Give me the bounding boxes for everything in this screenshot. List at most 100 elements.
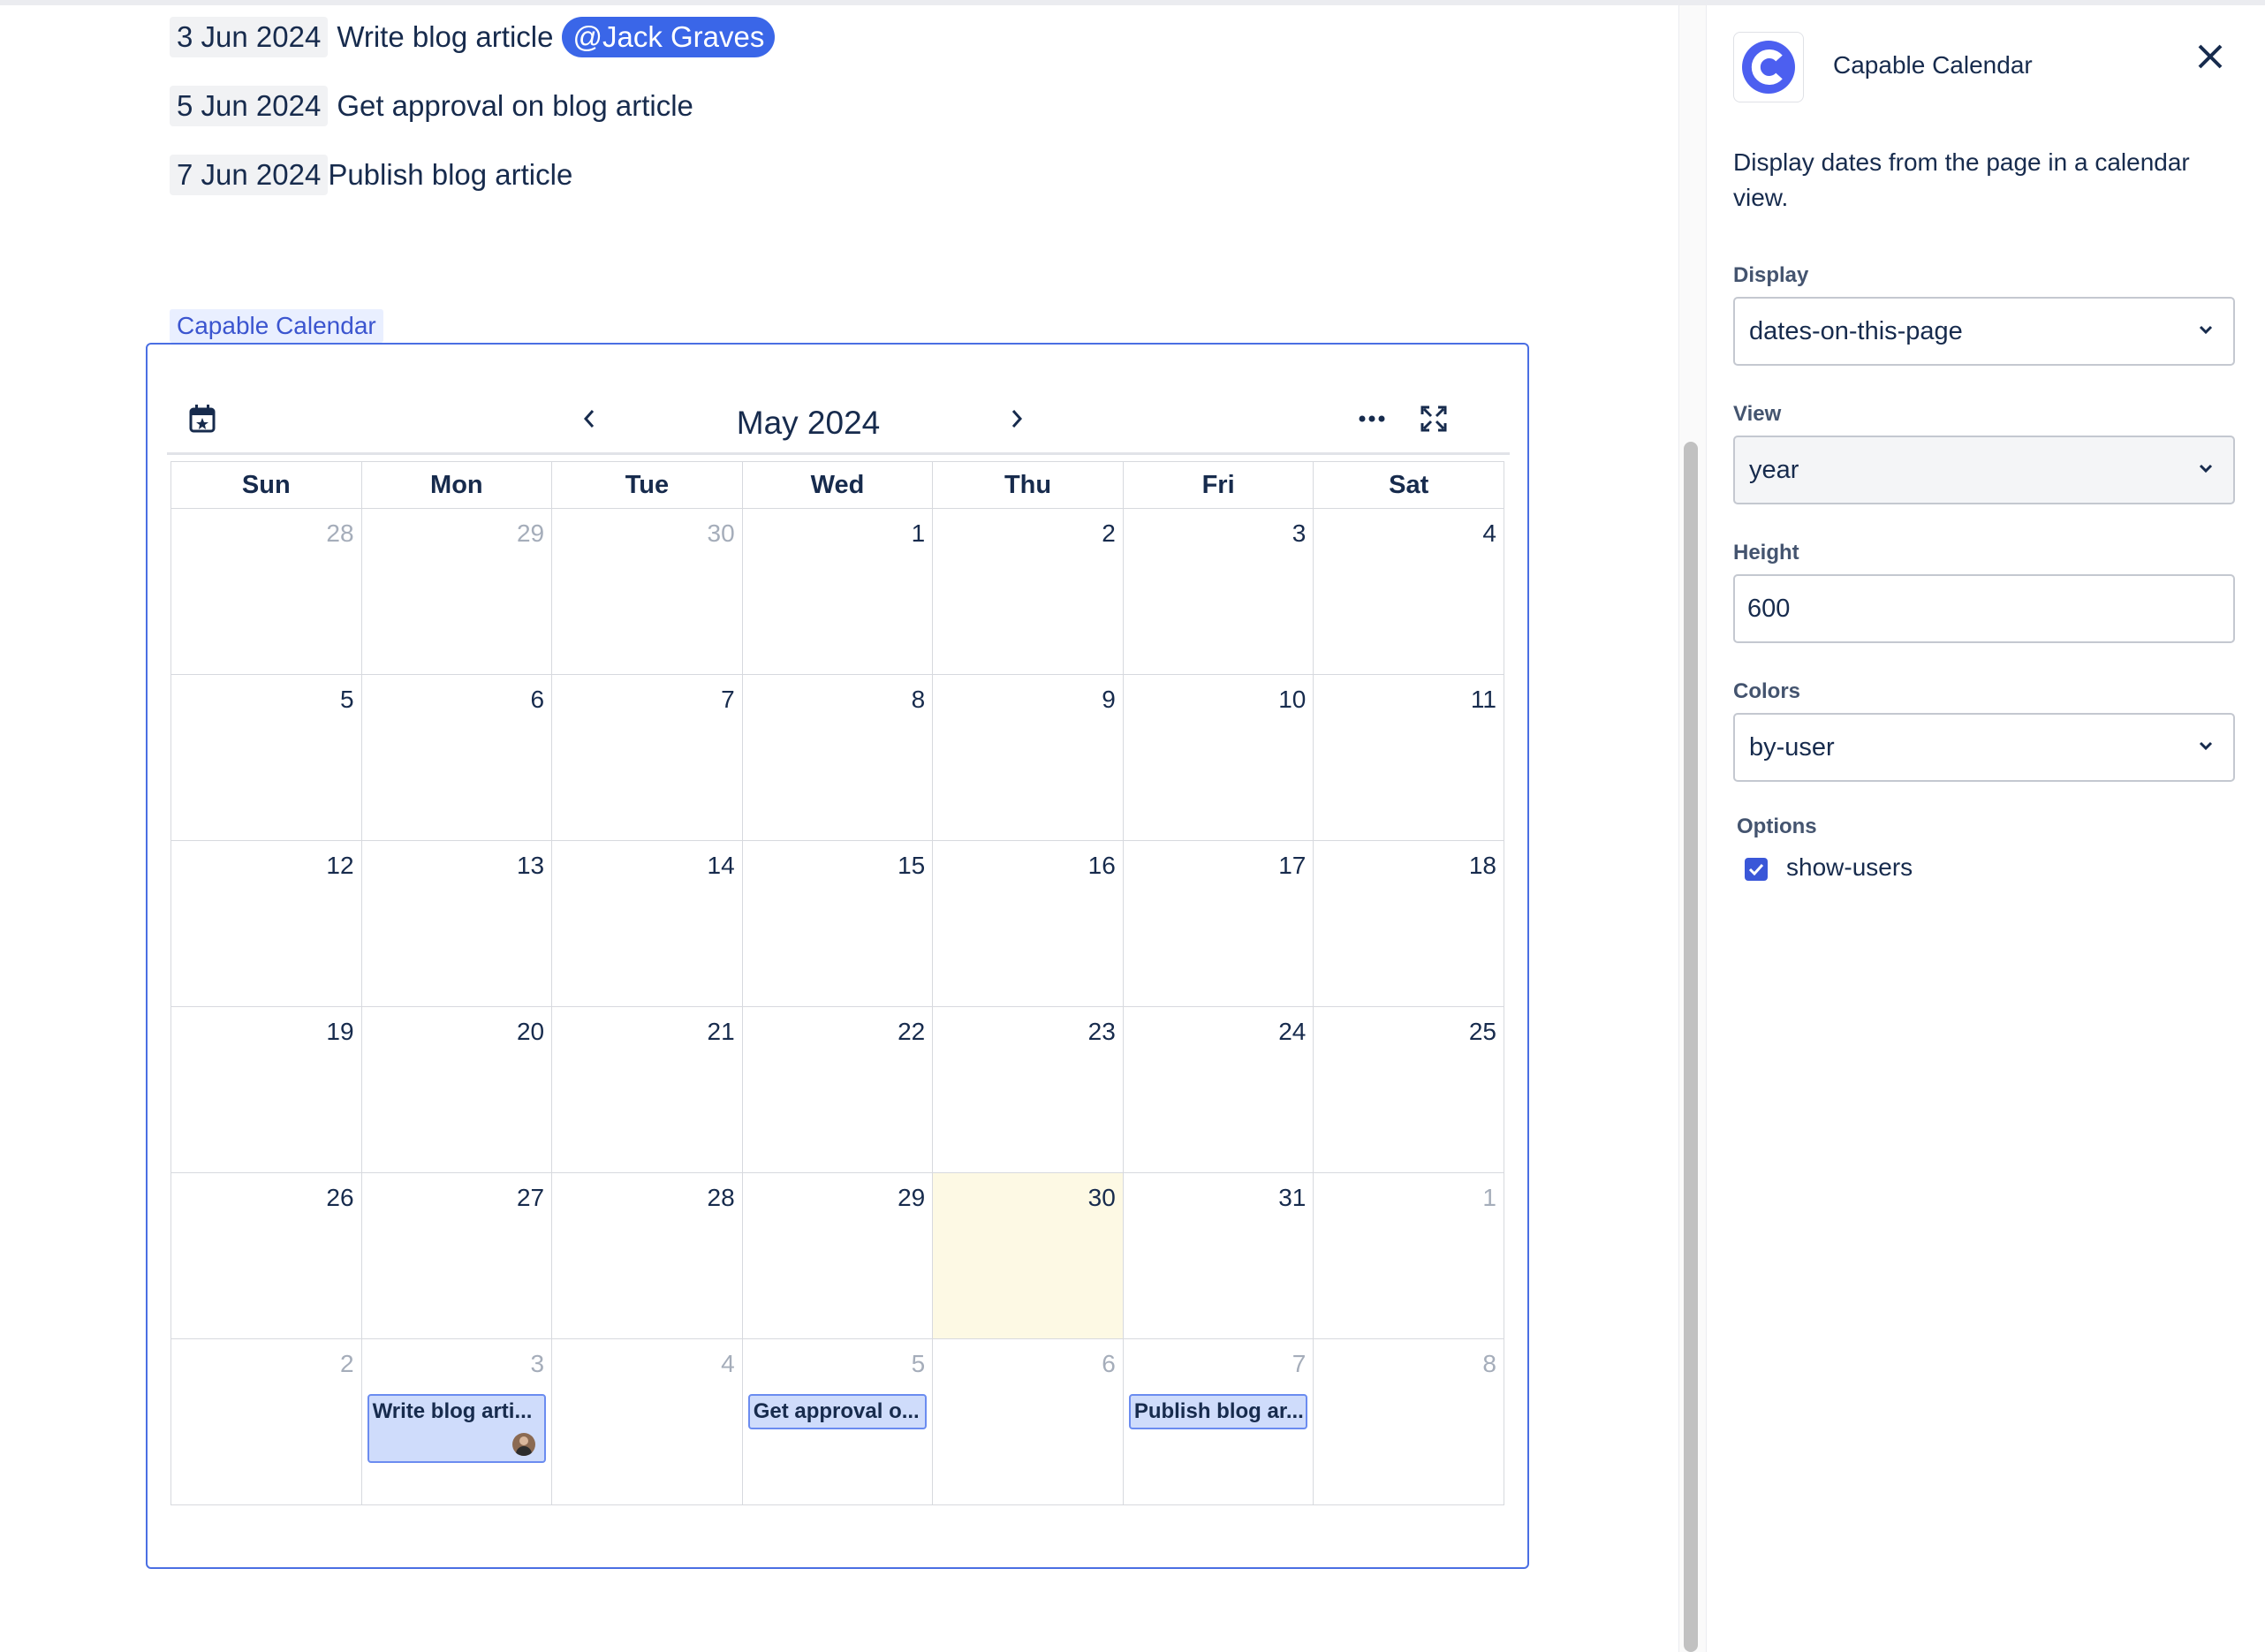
colors-select[interactable]: by-user: [1733, 713, 2235, 782]
calendar-event[interactable]: Get approval o...: [747, 1394, 928, 1429]
display-value: dates-on-this-page: [1749, 316, 1963, 345]
calendar-macro[interactable]: May 2024 Sun Mon Tue Wed Thu Fri Sat 28 29 30 1 2 3…: [146, 343, 1529, 1569]
more-icon[interactable]: [1354, 401, 1390, 436]
day-number: 7: [721, 686, 735, 713]
day-cell[interactable]: 7: [551, 674, 743, 841]
day-cell[interactable]: 16: [932, 840, 1124, 1007]
view-select[interactable]: year: [1733, 436, 2235, 504]
day-cell[interactable]: 6: [360, 674, 553, 841]
weekday-header: Sat: [1313, 461, 1504, 509]
day-cell[interactable]: 22: [741, 1006, 934, 1173]
day-cell[interactable]: 3 Write blog arti...: [360, 1338, 553, 1505]
week-row: 12 13 14 15 16 17 18: [170, 840, 1504, 1007]
day-cell[interactable]: 2: [170, 1338, 362, 1505]
day-cell[interactable]: 1: [741, 508, 934, 675]
week-row: 28 29 30 1 2 3 4: [170, 508, 1504, 675]
calendar-toolbar: May 2024: [167, 362, 1510, 459]
day-number: 24: [1278, 1018, 1307, 1045]
day-cell[interactable]: 7 Publish blog ar...: [1122, 1338, 1314, 1505]
chevron-right-icon[interactable]: [999, 401, 1034, 436]
task-item: 5 Jun 2024 Get approval on blog article: [170, 81, 693, 131]
date-lozenge[interactable]: 7 Jun 2024: [170, 155, 329, 195]
day-number: 30: [1087, 1184, 1116, 1211]
day-cell[interactable]: 8: [1313, 1338, 1504, 1505]
day-cell[interactable]: 4: [551, 1338, 743, 1505]
display-select[interactable]: dates-on-this-page: [1733, 297, 2235, 366]
day-number: 21: [707, 1018, 735, 1045]
day-cell[interactable]: 24: [1122, 1006, 1314, 1173]
day-cell[interactable]: 23: [932, 1006, 1124, 1173]
calendar-event[interactable]: Write blog arti...: [367, 1394, 547, 1463]
day-cell[interactable]: 17: [1122, 840, 1314, 1007]
show-users-label[interactable]: show-users: [1786, 853, 1913, 882]
day-number: 27: [516, 1184, 545, 1211]
day-cell[interactable]: 11: [1313, 674, 1504, 841]
day-number: 18: [1468, 852, 1496, 879]
date-lozenge[interactable]: 3 Jun 2024: [170, 17, 329, 57]
close-icon[interactable]: [2193, 39, 2228, 74]
day-cell[interactable]: 10: [1122, 674, 1314, 841]
panel-description: Display dates from the page in a calenda…: [1733, 148, 2190, 211]
month-title: May 2024: [736, 405, 881, 441]
toolbar-divider: [167, 452, 1510, 455]
day-number: 22: [898, 1018, 926, 1045]
day-cell[interactable]: 28: [170, 508, 362, 675]
day-cell[interactable]: 25: [1313, 1006, 1504, 1173]
day-cell[interactable]: 18: [1313, 840, 1504, 1007]
day-cell[interactable]: 5 Get approval o...: [741, 1338, 934, 1505]
day-cell[interactable]: 1: [1313, 1172, 1504, 1339]
panel-title: Capable Calendar: [1833, 51, 2033, 79]
day-number: 8: [911, 686, 926, 713]
day-cell[interactable]: 5: [170, 674, 362, 841]
task-item: 3 Jun 2024 Write blog article @Jack Grav…: [170, 12, 776, 62]
macro-label[interactable]: Capable Calendar: [170, 309, 383, 343]
day-number: 2: [339, 1350, 354, 1377]
fullscreen-icon[interactable]: [1416, 401, 1451, 436]
day-cell[interactable]: 9: [932, 674, 1124, 841]
day-number: 4: [721, 1350, 735, 1377]
day-cell[interactable]: 3: [1122, 508, 1314, 675]
day-cell[interactable]: 12: [170, 840, 362, 1007]
calendar-event[interactable]: Publish blog ar...: [1128, 1394, 1308, 1429]
day-cell[interactable]: 30: [551, 508, 743, 675]
day-number: 1: [911, 519, 926, 547]
day-number: 6: [1102, 1350, 1116, 1377]
day-cell[interactable]: 14: [551, 840, 743, 1007]
day-cell[interactable]: 31: [1122, 1172, 1314, 1339]
day-cell[interactable]: 13: [360, 840, 553, 1007]
day-cell[interactable]: 27: [360, 1172, 553, 1339]
task-text: Get approval on blog article: [337, 89, 693, 122]
day-cell-today[interactable]: 30: [932, 1172, 1124, 1339]
day-cell[interactable]: 19: [170, 1006, 362, 1173]
day-cell[interactable]: 21: [551, 1006, 743, 1173]
height-input[interactable]: [1733, 574, 2235, 643]
day-cell[interactable]: 8: [741, 674, 934, 841]
day-number: 29: [898, 1184, 926, 1211]
options-label: Options: [1737, 815, 1817, 838]
day-number: 6: [530, 686, 545, 713]
user-mention[interactable]: @Jack Graves: [562, 17, 776, 57]
date-lozenge[interactable]: 5 Jun 2024: [170, 86, 329, 126]
macro-config-panel: Capable Calendar Display dates from the …: [1707, 5, 2265, 1652]
chevron-down-icon: [2199, 741, 2213, 751]
day-number: 3: [530, 1350, 545, 1377]
day-number: 5: [911, 1350, 926, 1377]
scrollbar-thumb[interactable]: [1684, 442, 1698, 1652]
day-cell[interactable]: 29: [741, 1172, 934, 1339]
day-cell[interactable]: 2: [932, 508, 1124, 675]
day-number: 3: [1292, 519, 1307, 547]
day-cell[interactable]: 6: [932, 1338, 1124, 1505]
event-title: Get approval o...: [753, 1399, 920, 1423]
show-users-checkbox[interactable]: [1745, 858, 1768, 881]
capable-calendar-logo: [1733, 32, 1804, 102]
weekday-header: Fri: [1122, 461, 1314, 509]
day-cell[interactable]: 15: [741, 840, 934, 1007]
day-cell[interactable]: 20: [360, 1006, 553, 1173]
day-cell[interactable]: 29: [360, 508, 553, 675]
day-cell[interactable]: 28: [551, 1172, 743, 1339]
task-item: 7 Jun 2024 Publish blog article: [170, 150, 572, 200]
day-number: 23: [1087, 1018, 1116, 1045]
day-cell[interactable]: 26: [170, 1172, 362, 1339]
day-cell[interactable]: 4: [1313, 508, 1504, 675]
week-row: 5 6 7 8 9 10 11: [170, 674, 1504, 841]
